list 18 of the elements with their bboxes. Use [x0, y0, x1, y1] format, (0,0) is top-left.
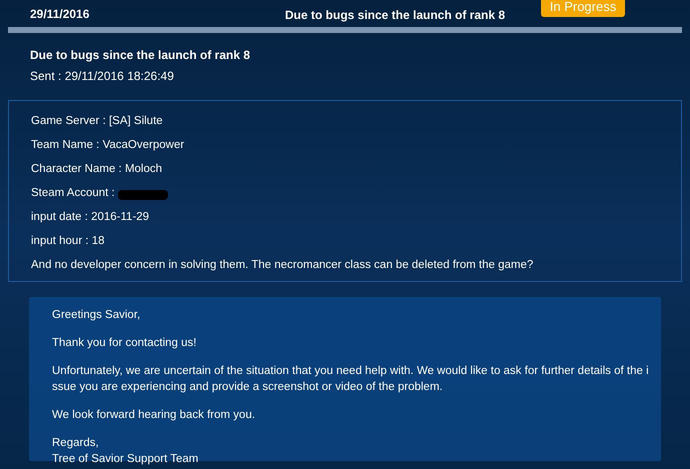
status-badge: In Progress — [541, 0, 625, 17]
ticket-title: Due to bugs since the launch of rank 8 — [285, 7, 506, 24]
signature-line: Regards, — [52, 436, 100, 451]
detail-line: Character Name : Moloch — [31, 162, 162, 177]
detail-line: Team Name : VacaOverpower — [31, 138, 184, 153]
sent-timestamp: Sent : 29/11/2016 18:26:49 — [30, 68, 175, 85]
detail-line: input hour : 18 — [31, 234, 105, 249]
signature-line: Tree of Savior Support Team — [52, 452, 200, 467]
message-subject: Due to bugs since the launch of rank 8 — [30, 47, 252, 64]
detail-line: And no developer concern in solving them. The necromancer class can be deleted from the game? — [31, 258, 534, 273]
reply-paragraph: Unfortunately, we are uncertain of the situation that you need help with. We would like to ask for further details of the issue you are experiencing and provide a screenshot or video of the problem. — [52, 364, 650, 395]
reply-paragraph: Thank you for contacting us! — [52, 336, 198, 351]
ticket-date: 29/11/2016 — [30, 6, 90, 22]
detail-line: Game Server : [SA] Silute — [31, 114, 163, 129]
detail-line: Steam Account : — [31, 186, 115, 201]
reply-paragraph: Greetings Savior, — [52, 308, 142, 323]
reply-paragraph: We look forward hearing back from you. — [52, 408, 256, 423]
detail-line: input date : 2016-11-29 — [31, 210, 150, 225]
